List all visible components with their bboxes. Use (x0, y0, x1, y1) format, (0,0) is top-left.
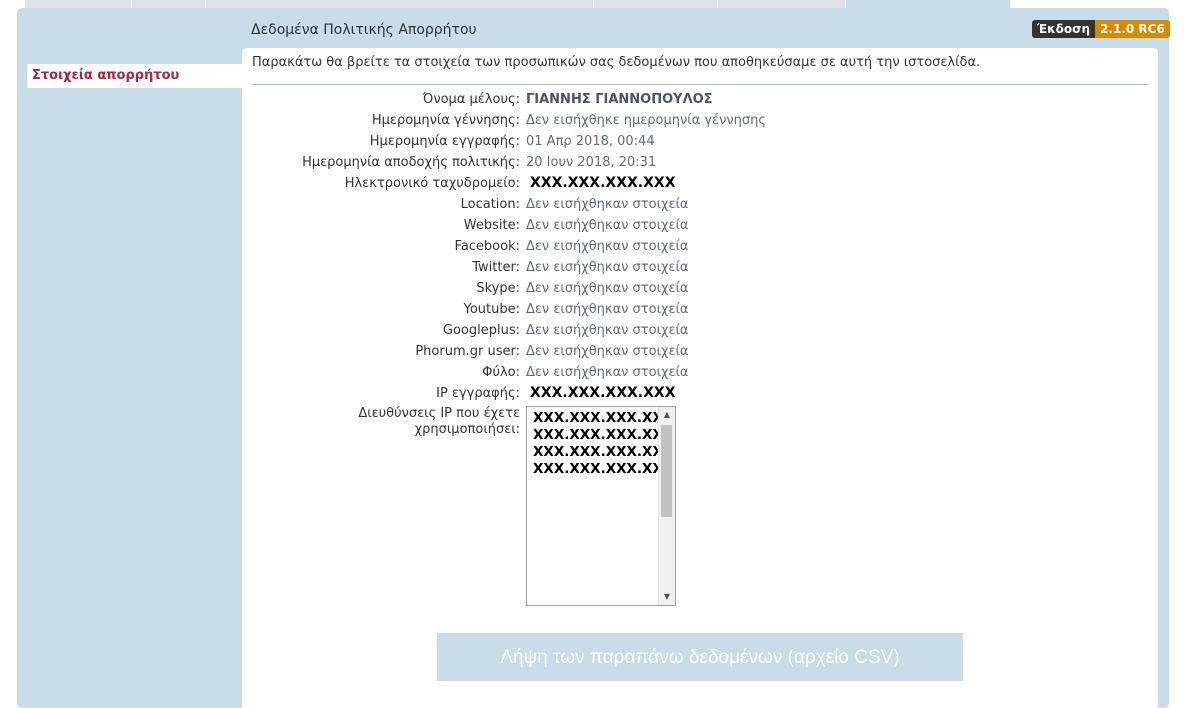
field-value: Δεν εισήχθηκαν στοιχεία (526, 302, 689, 317)
scroll-up-arrow-icon[interactable]: ▲ (659, 407, 675, 423)
download-csv-button[interactable]: Λήψη των παραπάνω δεδομένων (αρχείο CSV) (437, 633, 963, 681)
ip-address-item: XXX.XXX.XXX.XXX (533, 461, 674, 477)
field-value: Δεν εισήχθηκαν στοιχεία (526, 239, 689, 254)
ip-addresses-label: Διευθύνσεις IP που έχετε χρησιμοποιήσει: (358, 406, 520, 437)
tab-2[interactable] (132, 0, 206, 8)
tab-4[interactable] (594, 0, 718, 8)
field-value: Δεν εισήχθηκε ημερομηνία γέννησης (526, 113, 766, 128)
sidebar-item-privacy[interactable]: Στοιχεία απορρήτου (27, 64, 242, 88)
version-badge: Έκδοση 2.1.0 RC6 (1032, 20, 1170, 38)
field-value: Δεν εισήχθηκαν στοιχεία (526, 197, 689, 212)
tab-active[interactable] (846, 0, 1011, 8)
ip-addresses-list: XXX.XXX.XXX.XXX XXX.XXX.XXX.XXX XXX.XXX.… (533, 410, 673, 478)
ip-address-item: XXX.XXX.XXX.XXX (533, 444, 674, 460)
field-value: Δεν εισήχθηκαν στοιχεία (526, 260, 689, 275)
field-label: Όνομα μέλους: (422, 92, 520, 107)
field-value: Δεν εισήχθηκαν στοιχεία (526, 323, 689, 338)
field-value: Δεν εισήχθηκαν στοιχεία (526, 365, 689, 380)
page-title: Δεδομένα Πολιτικής Απορρήτου (251, 22, 477, 38)
ip-list-scrollbar[interactable]: ▲ ▼ (658, 407, 675, 605)
field-value: XXX.XXX.XXX.XXX (530, 385, 676, 401)
field-value: ΓΙΑΝΝΗΣ ΓΙΑΝΝΟΠΟΥΛΟΣ (526, 92, 713, 107)
scroll-down-arrow-icon[interactable]: ▼ (659, 589, 675, 605)
field-label: Googleplus: (442, 323, 520, 338)
field-label: Ηλεκτρονικό ταχυδρομείο: (344, 176, 520, 191)
tab-3[interactable] (206, 0, 594, 8)
field-label: IP εγγραφής: (436, 386, 520, 401)
tab-1[interactable] (25, 0, 132, 8)
field-label: Ημερομηνία αποδοχής πολιτικής: (302, 155, 520, 170)
top-tab-strip (0, 0, 1184, 8)
field-label: Skype: (476, 281, 520, 296)
field-label: Ημερομηνία γέννησης: (371, 113, 520, 128)
field-value: Δεν εισήχθηκαν στοιχεία (526, 344, 689, 359)
divider (252, 84, 1148, 85)
field-value: Δεν εισήχθηκαν στοιχεία (526, 218, 689, 233)
field-label: Website: (463, 218, 520, 233)
field-value: XXX.XXX.XXX.XXX (530, 175, 676, 191)
field-value: 20 Ιουν 2018, 20:31 (526, 155, 657, 170)
tab-5[interactable] (718, 0, 846, 8)
field-label: Φύλο: (482, 365, 520, 380)
field-value: Δεν εισήχθηκαν στοιχεία (526, 281, 689, 296)
intro-text: Παρακάτω θα βρείτε τα στοιχεία των προσω… (252, 55, 981, 70)
field-label: Location: (460, 197, 520, 212)
field-label: Twitter: (472, 260, 520, 275)
field-label: Phorum.gr user: (415, 344, 520, 359)
field-label: Facebook: (454, 239, 520, 254)
ip-addresses-listbox[interactable]: XXX.XXX.XXX.XXX XXX.XXX.XXX.XXX XXX.XXX.… (526, 406, 676, 606)
version-label: Έκδοση (1032, 20, 1096, 38)
ip-address-item: XXX.XXX.XXX.XXX (533, 410, 674, 426)
field-value: 01 Απρ 2018, 00:44 (526, 134, 655, 149)
ip-address-item: XXX.XXX.XXX.XXX (533, 427, 674, 443)
field-label: Youtube: (463, 302, 520, 317)
field-label: Ημερομηνία εγγραφής: (369, 134, 520, 149)
version-value: 2.1.0 RC6 (1095, 20, 1170, 38)
scroll-thumb[interactable] (661, 425, 672, 517)
